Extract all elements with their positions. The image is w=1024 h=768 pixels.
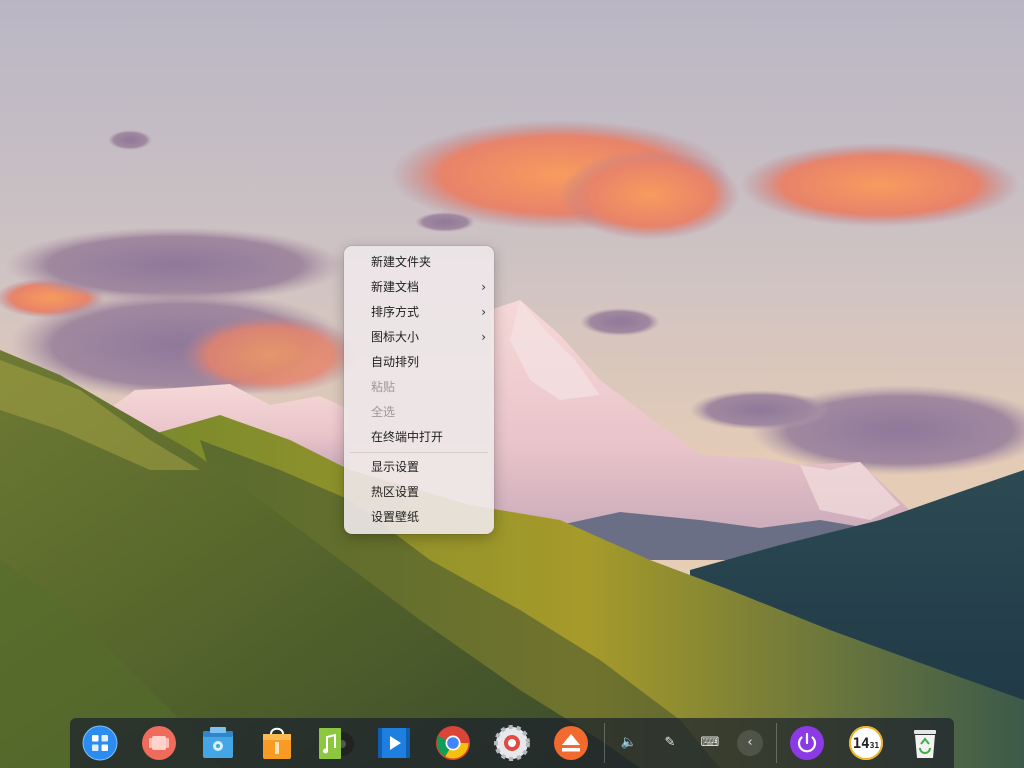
menu-item-auto-arrange[interactable]: 自动排列 (344, 350, 494, 375)
eject-disk-icon[interactable] (552, 724, 590, 762)
desktop[interactable]: 新建文件夹 新建文档 › 排序方式 › 图标大小 › 自动排列 粘贴 全选 在终… (0, 0, 1024, 768)
menu-item-label: 热区设置 (371, 485, 420, 499)
menu-separator (350, 452, 488, 453)
dock-separator (604, 723, 605, 763)
tray-expand-icon[interactable]: ‹ (737, 730, 763, 756)
menu-item-label: 显示设置 (371, 460, 420, 474)
menu-item-label: 设置壁纸 (371, 510, 420, 524)
chrome-browser-icon[interactable] (434, 724, 472, 762)
multitasking-view-icon[interactable] (140, 724, 178, 762)
dock-separator (776, 723, 777, 763)
clock-hours: 14 (852, 736, 870, 752)
clock-widget[interactable]: 1431 (847, 724, 885, 762)
menu-item-paste: 粘贴 (344, 375, 494, 400)
menu-item-label: 新建文件夹 (371, 255, 432, 269)
menu-item-sort-by[interactable]: 排序方式 › (344, 300, 494, 325)
menu-item-label: 排序方式 (371, 305, 420, 319)
menu-item-select-all: 全选 (344, 400, 494, 425)
menu-item-label: 全选 (371, 405, 396, 419)
desktop-context-menu: 新建文件夹 新建文档 › 排序方式 › 图标大小 › 自动排列 粘贴 全选 在终… (344, 246, 494, 534)
menu-item-label: 自动排列 (371, 355, 420, 369)
menu-item-icon-size[interactable]: 图标大小 › (344, 325, 494, 350)
pen-icon[interactable]: ✎ (657, 730, 683, 756)
menu-item-new-folder[interactable]: 新建文件夹 (344, 250, 494, 275)
wallpaper-image (0, 0, 1024, 768)
menu-item-new-document[interactable]: 新建文档 › (344, 275, 494, 300)
menu-item-hot-corner-settings[interactable]: 热区设置 (344, 480, 494, 505)
movie-player-icon[interactable] (375, 724, 413, 762)
volume-icon[interactable]: 🔈 (616, 730, 642, 756)
menu-item-set-wallpaper[interactable]: 设置壁纸 (344, 505, 494, 530)
menu-item-label: 在终端中打开 (371, 430, 444, 444)
launcher-icon[interactable] (81, 724, 119, 762)
trash-icon[interactable] (906, 724, 944, 762)
menu-item-label: 图标大小 (371, 330, 420, 344)
menu-item-label: 新建文档 (371, 280, 420, 294)
music-player-icon[interactable] (316, 724, 354, 762)
submenu-arrow-icon: › (481, 305, 486, 319)
control-center-icon[interactable] (493, 724, 531, 762)
app-store-icon[interactable] (258, 724, 296, 762)
clock-minutes: 31 (869, 741, 880, 750)
dock: 🔈 ✎ ⌨ ‹ 1431 (70, 718, 954, 768)
menu-item-display-settings[interactable]: 显示设置 (344, 455, 494, 480)
power-icon[interactable] (788, 724, 826, 762)
submenu-arrow-icon: › (481, 330, 486, 344)
submenu-arrow-icon: › (481, 280, 486, 294)
menu-item-open-in-terminal[interactable]: 在终端中打开 (344, 425, 494, 450)
keyboard-icon[interactable]: ⌨ (697, 730, 723, 756)
menu-item-label: 粘贴 (371, 380, 396, 394)
file-manager-icon[interactable] (199, 724, 237, 762)
